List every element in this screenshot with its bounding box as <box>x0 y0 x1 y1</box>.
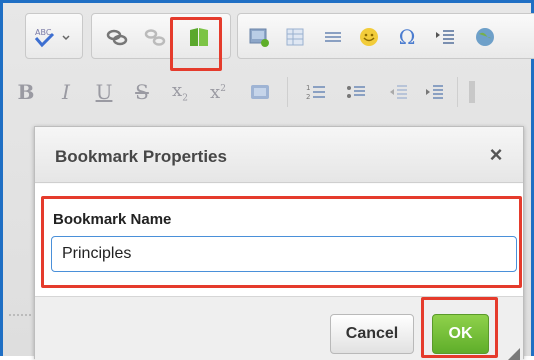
toolbar-separator <box>457 77 458 107</box>
svg-text:1: 1 <box>306 84 310 92</box>
toolbar-group-insert: Ω <box>237 13 534 59</box>
superscript-icon: x2 <box>210 81 226 103</box>
unlink-button[interactable] <box>140 22 170 52</box>
smiley-button[interactable] <box>354 22 384 52</box>
indent-icon <box>426 85 443 99</box>
toolbar-separator <box>287 77 288 107</box>
blockquote-button[interactable] <box>463 77 481 107</box>
strikethrough-icon: S <box>135 80 149 104</box>
unlink-icon <box>144 29 166 46</box>
outdent-button[interactable] <box>383 77 413 107</box>
italic-icon: I <box>62 80 70 104</box>
subscript-button[interactable]: x2 <box>165 77 195 107</box>
special-character-button[interactable]: Ω <box>392 22 422 52</box>
iframe-button[interactable] <box>470 22 500 52</box>
numbered-list-button[interactable]: 1 2 <box>301 77 331 107</box>
underline-icon: U <box>95 80 113 104</box>
globe-icon <box>476 28 494 46</box>
image-button[interactable] <box>244 22 274 52</box>
bold-icon: B <box>17 80 35 104</box>
bookmark-button-highlight <box>170 17 222 71</box>
omega-icon: Ω <box>398 25 416 49</box>
spell-check-icon: ABC <box>34 28 70 48</box>
editor-placeholder-line <box>9 314 31 316</box>
dialog-title: Bookmark Properties <box>55 147 227 166</box>
ok-button-highlight <box>421 297 498 358</box>
svg-text:2: 2 <box>306 93 310 101</box>
image-icon <box>249 28 269 47</box>
page-break-button[interactable] <box>430 22 460 52</box>
outdent-icon <box>390 85 407 99</box>
numbered-list-icon: 1 2 <box>306 84 325 101</box>
table-button[interactable] <box>280 22 310 52</box>
bulleted-list-icon <box>347 86 365 98</box>
toolbar-group-spellcheck: ABC <box>25 13 83 59</box>
horizontal-rule-button[interactable] <box>318 22 348 52</box>
remove-format-icon <box>251 85 269 99</box>
dialog-titlebar[interactable]: Bookmark Properties × <box>35 127 523 183</box>
bookmark-name-highlight <box>41 196 522 288</box>
resize-handle[interactable] <box>508 348 520 360</box>
underline-button[interactable]: U <box>89 77 119 107</box>
remove-format-button[interactable] <box>245 77 275 107</box>
link-button[interactable] <box>102 22 132 52</box>
page-break-icon <box>436 30 454 44</box>
bold-button[interactable]: B <box>11 77 41 107</box>
horizontal-rule-icon <box>325 32 341 42</box>
strikethrough-button[interactable]: S <box>127 77 157 107</box>
table-icon <box>286 28 304 46</box>
link-icon <box>106 29 128 46</box>
spell-check-button[interactable]: ABC <box>32 22 74 52</box>
smiley-icon <box>360 28 378 46</box>
superscript-button[interactable]: x2 <box>203 77 233 107</box>
bulleted-list-button[interactable] <box>341 77 371 107</box>
subscript-icon: x2 <box>172 80 188 104</box>
editor-frame: ABC Ω B I U S x2 x2 1 2 Bookmark Propert… <box>0 0 534 360</box>
blockquote-icon <box>469 81 475 103</box>
cancel-button[interactable]: Cancel <box>330 314 414 354</box>
indent-button[interactable] <box>419 77 449 107</box>
close-icon[interactable]: × <box>483 142 509 168</box>
italic-button[interactable]: I <box>51 77 81 107</box>
